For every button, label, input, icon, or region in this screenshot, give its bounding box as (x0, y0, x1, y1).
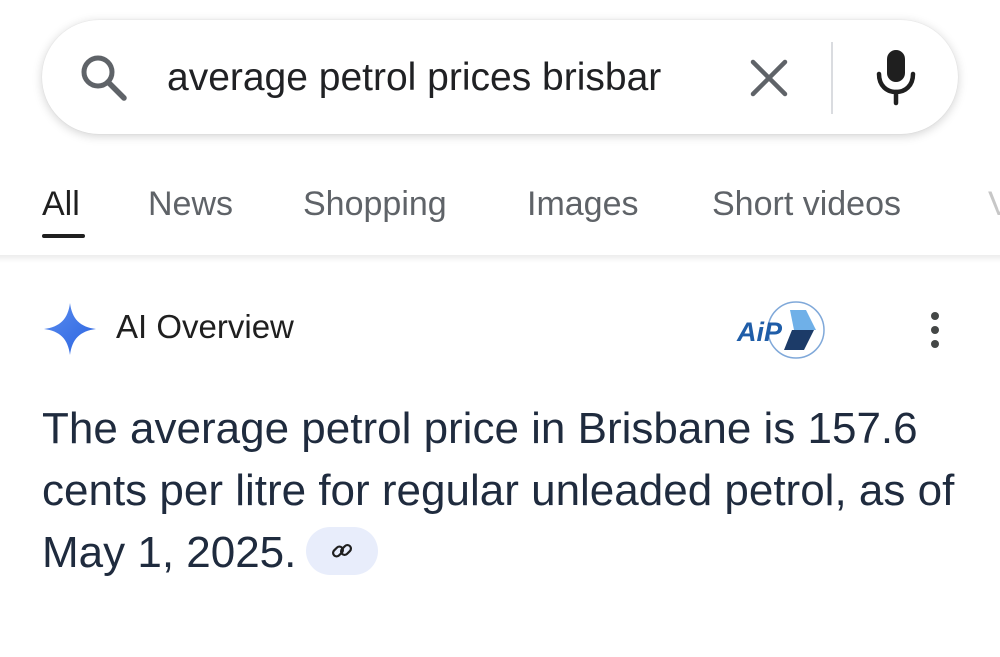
ai-overview-answer: The average petrol price in Brisbane is … (42, 398, 972, 584)
mic-icon[interactable] (872, 48, 920, 106)
source-link-chip[interactable] (306, 527, 379, 576)
ai-overview-title: AI Overview (116, 308, 294, 345)
tabs-divider-shadow (0, 255, 1000, 263)
tab-all[interactable]: All (42, 184, 80, 224)
search-tabs: All News Shopping Images Short videos V (0, 170, 1000, 260)
link-icon (332, 544, 353, 558)
tab-overflow[interactable]: V (988, 184, 1000, 224)
tab-shopping[interactable]: Shopping (303, 184, 447, 224)
source-logo[interactable]: AiP (734, 300, 826, 360)
source-logo-text: AiP (736, 317, 783, 347)
search-input[interactable]: average petrol prices brisbar (167, 53, 709, 103)
active-tab-indicator (42, 234, 85, 238)
tab-images[interactable]: Images (527, 184, 639, 224)
more-vert-icon[interactable] (924, 310, 946, 350)
sparkle-icon (44, 303, 96, 355)
search-divider (831, 42, 833, 114)
close-icon[interactable] (747, 56, 791, 100)
search-icon[interactable] (78, 52, 128, 102)
tab-news[interactable]: News (148, 184, 233, 224)
tab-short-videos[interactable]: Short videos (712, 184, 901, 224)
answer-text: The average petrol price in Brisbane is … (42, 404, 955, 577)
